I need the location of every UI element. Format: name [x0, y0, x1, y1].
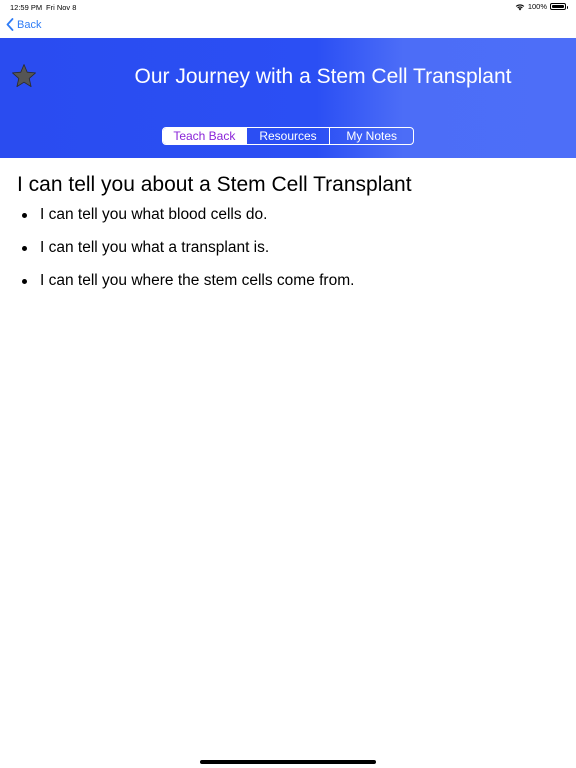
navigation-bar: Back — [0, 14, 576, 38]
home-indicator[interactable] — [200, 760, 376, 764]
section-heading: I can tell you about a Stem Cell Transpl… — [17, 173, 412, 196]
list-item: I can tell you what a transplant is. — [0, 237, 354, 270]
list-item: I can tell you where the stem cells come… — [0, 270, 354, 303]
list-item: I can tell you what blood cells do. — [0, 204, 354, 237]
page-title: Our Journey with a Stem Cell Transplant — [134, 65, 512, 88]
wifi-icon — [515, 3, 525, 10]
list-item-text: I can tell you what blood cells do. — [40, 206, 268, 223]
bullet-dot — [22, 279, 27, 284]
battery-icon — [550, 3, 568, 10]
header-banner: Our Journey with a Stem Cell Transplant … — [0, 38, 576, 158]
star-icon[interactable] — [11, 63, 37, 89]
list-item-text: I can tell you what a transplant is. — [40, 239, 270, 256]
segmented-control: Teach Back Resources My Notes — [162, 127, 414, 145]
status-bar: 12:59 PM Fri Nov 8 100% — [0, 0, 576, 14]
status-date: Fri Nov 8 — [46, 3, 77, 12]
list-item-text: I can tell you where the stem cells come… — [40, 272, 355, 289]
back-button[interactable]: Back — [6, 18, 41, 31]
bullet-list: I can tell you what blood cells do. I ca… — [0, 204, 354, 303]
tab-teach-back[interactable]: Teach Back — [163, 128, 246, 144]
battery-percent: 100% — [527, 2, 547, 11]
chevron-left-icon — [6, 18, 14, 31]
status-indicators: 100% — [515, 2, 568, 11]
tab-my-notes[interactable]: My Notes — [329, 128, 413, 144]
bullet-dot — [22, 246, 27, 251]
status-time: 12:59 PM — [10, 3, 43, 12]
tab-resources[interactable]: Resources — [245, 128, 330, 144]
bullet-dot — [22, 213, 27, 218]
back-label: Back — [17, 18, 42, 31]
